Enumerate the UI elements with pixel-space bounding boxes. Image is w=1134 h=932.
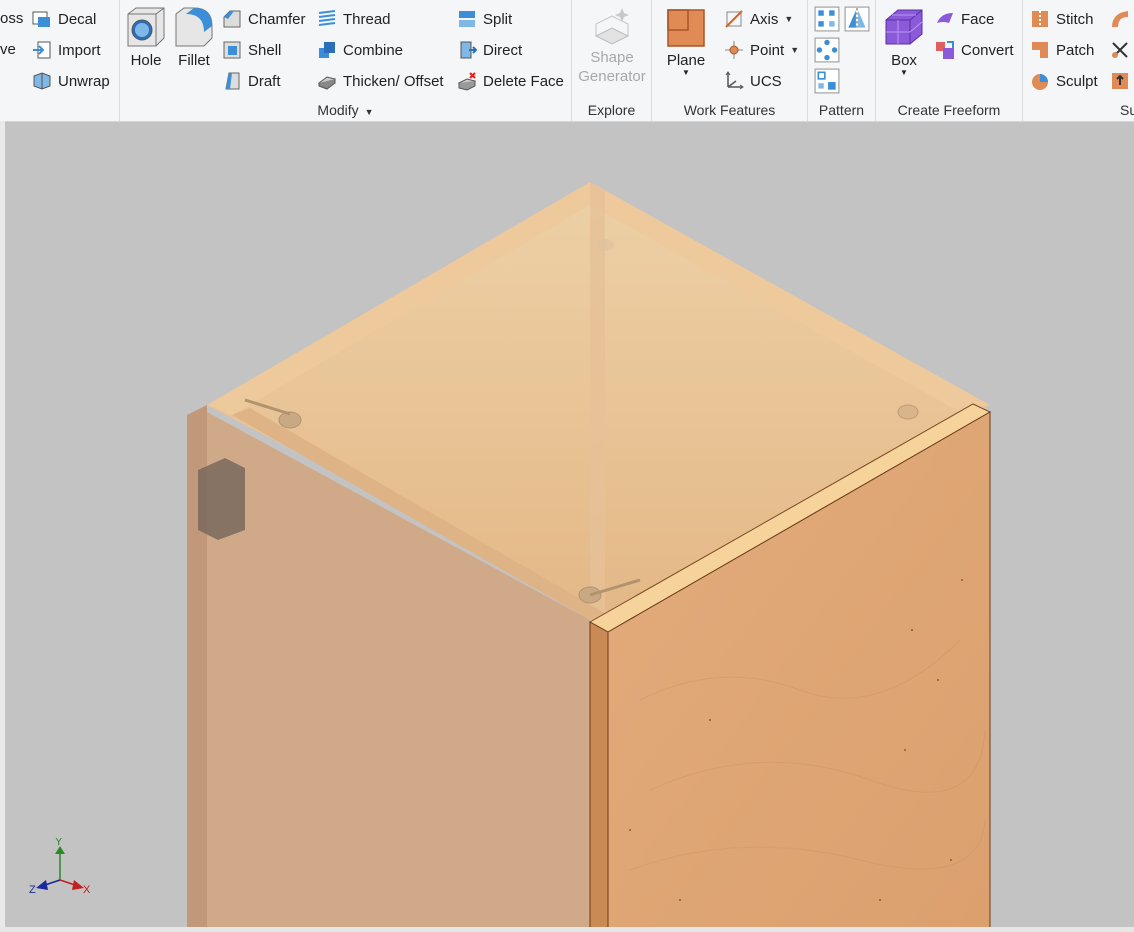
rectangular-pattern-icon[interactable] <box>814 6 840 32</box>
import-icon <box>33 41 51 59</box>
shape-generator-button[interactable]: Shape Generator <box>574 6 650 86</box>
delete-face-button[interactable]: Delete Face <box>457 71 564 91</box>
ucs-button[interactable]: UCS <box>724 71 782 91</box>
surface-panel-title: Su <box>1120 102 1134 118</box>
ribbon: oss ve Decal Import Unwrap Hole Fillet C… <box>0 0 1134 122</box>
direct-button[interactable]: Direct <box>457 40 522 60</box>
plane-icon <box>667 9 705 47</box>
decal-button[interactable]: Decal <box>32 9 96 29</box>
loft-button-cut[interactable]: oss <box>0 10 23 27</box>
shell-icon <box>223 41 241 59</box>
shape-generator-icon <box>594 8 630 45</box>
fillet-button[interactable]: Fillet <box>172 6 216 69</box>
panel-pattern: Pattern <box>808 0 876 121</box>
panel-modify: Hole Fillet Chamfer Shell Draft Thread C… <box>120 0 572 121</box>
sculpt-button[interactable]: Sculpt <box>1030 71 1098 91</box>
z-axis-arrow-icon <box>36 880 48 890</box>
combine-icon <box>319 42 335 58</box>
x-axis-label: X <box>83 884 91 896</box>
thread-icon <box>318 10 336 26</box>
ucs-icon <box>725 71 744 90</box>
freeform-face-button[interactable]: Face <box>935 9 994 29</box>
unwrap-icon <box>33 72 51 90</box>
panel-work-features: Plane ▼ Axis ▼ Point ▼ UCS Work Features <box>652 0 808 121</box>
explore-panel-title: Explore <box>587 102 636 118</box>
axis-triad: Y Z X <box>29 838 91 896</box>
sculpt-icon <box>1032 74 1048 90</box>
delete-surface-icon[interactable] <box>1110 40 1130 60</box>
horizontal-scrollbar[interactable] <box>0 927 1134 932</box>
freeform-face-icon <box>937 13 953 23</box>
circular-pattern-icon[interactable] <box>814 37 840 63</box>
direct-icon <box>460 41 477 59</box>
y-axis-label: Y <box>55 838 63 848</box>
hole-icon <box>127 7 165 47</box>
thicken-offset-icon <box>317 76 337 90</box>
axis-icon <box>725 10 743 28</box>
stitch-icon <box>1032 11 1048 27</box>
modify-panel-title[interactable]: Modify ▼ <box>120 102 571 118</box>
decal-icon <box>32 11 50 27</box>
hole-button[interactable]: Hole <box>124 6 168 69</box>
panel-explore: Shape Generator Explore <box>572 0 652 121</box>
point-icon <box>725 41 743 59</box>
box-freeform-button[interactable]: Box ▼ <box>882 6 926 77</box>
sweep-button-cut[interactable]: ve <box>0 41 16 58</box>
chamfer-button[interactable]: Chamfer <box>222 9 306 29</box>
stitch-button[interactable]: Stitch <box>1030 9 1094 29</box>
box-dropdown-icon: ▼ <box>900 68 908 77</box>
plane-button[interactable]: Plane ▼ <box>662 6 710 77</box>
plane-dropdown-icon: ▼ <box>682 68 690 77</box>
point-dropdown-icon: ▼ <box>790 45 800 55</box>
unwrap-button[interactable]: Unwrap <box>32 71 110 91</box>
trim-icon[interactable] <box>1110 9 1130 29</box>
work-features-panel-title: Work Features <box>683 102 776 118</box>
draft-icon <box>225 72 240 90</box>
freeform-box-icon <box>885 9 923 45</box>
cabinet-model[interactable] <box>0 121 1134 932</box>
extend-icon[interactable] <box>1110 71 1130 91</box>
panel-create-freeform: Box ▼ Face Convert Create Freeform <box>876 0 1023 121</box>
pattern-panel-title: Pattern <box>818 102 865 118</box>
sketch-driven-pattern-icon[interactable] <box>814 68 840 94</box>
convert-icon <box>936 41 954 59</box>
draft-button[interactable]: Draft <box>222 71 281 91</box>
convert-button[interactable]: Convert <box>935 40 1014 60</box>
axis-dropdown-icon: ▼ <box>784 14 794 24</box>
modify-dropdown-icon: ▼ <box>364 107 374 117</box>
import-button[interactable]: Import <box>32 40 101 60</box>
split-icon <box>459 11 475 27</box>
patch-button[interactable]: Patch <box>1030 40 1094 60</box>
thread-button[interactable]: Thread <box>317 9 391 29</box>
fillet-icon <box>175 7 213 47</box>
shell-button[interactable]: Shell <box>222 40 281 60</box>
3d-viewport[interactable]: Y Z X <box>0 121 1134 932</box>
point-button[interactable]: Point ▼ <box>724 40 799 60</box>
axis-button[interactable]: Axis ▼ <box>724 9 793 29</box>
panel-create-cut: oss ve Decal Import Unwrap <box>0 0 120 121</box>
panel-surface: Stitch Patch Sculpt Su <box>1023 0 1134 121</box>
z-axis-label: Z <box>29 884 36 896</box>
combine-button[interactable]: Combine <box>317 40 403 60</box>
chamfer-icon <box>223 10 241 28</box>
create-freeform-panel-title: Create Freeform <box>897 102 1001 118</box>
delete-face-icon <box>457 72 477 91</box>
thicken-offset-button[interactable]: Thicken/ Offset <box>317 71 444 91</box>
mirror-icon[interactable] <box>844 6 870 32</box>
split-button[interactable]: Split <box>457 9 512 29</box>
patch-icon <box>1032 42 1048 58</box>
